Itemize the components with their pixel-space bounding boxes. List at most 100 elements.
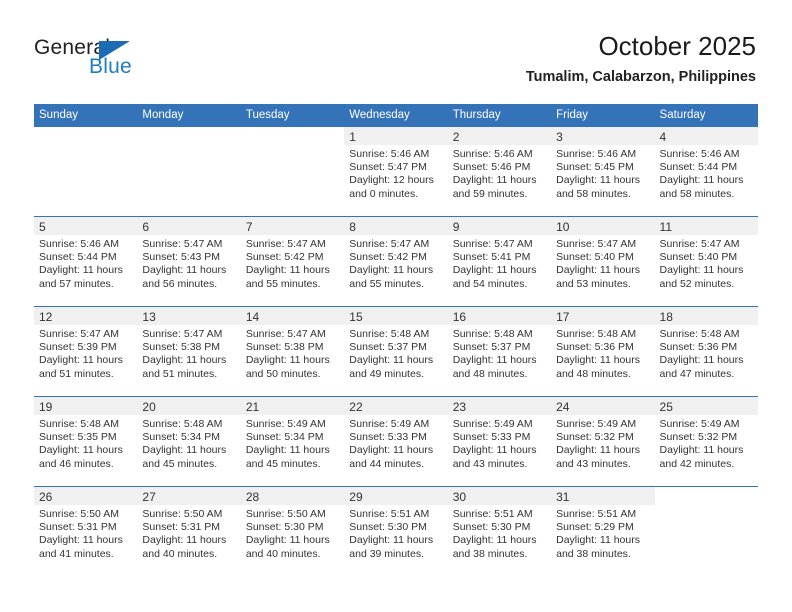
day-number: 22 [349,400,363,414]
day-number-bar: 8 [344,217,448,235]
day-number-bar: 23 [447,397,552,415]
day-detail-line: Sunset: 5:38 PM [142,341,221,354]
day-detail-line: Sunrise: 5:48 AM [39,418,119,430]
day-details: Sunrise: 5:47 AM Sunset: 5:41 PM Daylight:… [448,235,551,291]
day-detail-line: and 58 minutes. [659,187,735,200]
day-number-bar: 14 [240,307,345,325]
day-detail-line: and 44 minutes. [349,457,424,470]
day-detail-line: Sunrise: 5:51 AM [452,508,533,520]
day-number-bar: 30 [447,487,552,505]
calendar-day-cell[interactable]: 26 Sunrise: 5:50 AM Sunset: 5:31 PM Dayligh… [34,487,138,576]
calendar-day-cell[interactable]: 11 Sunrise: 5:47 AM Sunset: 5:40 PM Dayligh… [654,217,758,306]
calendar-week-row: 12 Sunrise: 5:47 AM Sunset: 5:39 PM Dayligh… [34,307,758,397]
day-details: Sunrise: 5:49 AM Sunset: 5:33 PM Daylight:… [448,415,551,471]
day-detail-line: Sunrise: 5:47 AM [349,238,430,250]
calendar-day-cell[interactable]: 5 Sunrise: 5:46 AM Sunset: 5:44 PM Daylight… [34,217,138,306]
weekday-header-thursday: Thursday [452,109,501,121]
calendar-day-cell[interactable]: 17 Sunrise: 5:48 AM Sunset: 5:36 PM Dayligh… [551,307,655,396]
day-number-bar: 20 [137,397,241,415]
day-details: Sunrise: 5:49 AM Sunset: 5:32 PM Daylight:… [551,415,654,471]
day-detail-line: Daylight: 11 hours [39,534,123,547]
day-detail-line: Sunrise: 5:50 AM [142,508,223,520]
calendar-day-cell[interactable]: 2 Sunrise: 5:46 AM Sunset: 5:46 PM Daylight… [447,127,552,216]
calendar-day-cell[interactable]: 29 Sunrise: 5:51 AM Sunset: 5:30 PM Dayligh… [344,487,448,576]
calendar-day-cell[interactable]: 24 Sunrise: 5:49 AM Sunset: 5:32 PM Dayligh… [551,397,655,486]
day-details: Sunrise: 5:47 AM Sunset: 5:42 PM Daylight:… [344,235,447,291]
day-detail-line: Sunrise: 5:51 AM [349,508,430,520]
day-detail-line: Daylight: 11 hours [349,264,434,277]
day-details: Sunrise: 5:49 AM Sunset: 5:34 PM Daylight:… [241,415,344,471]
calendar-day-cell[interactable]: 21 Sunrise: 5:49 AM Sunset: 5:34 PM Dayligh… [240,397,345,486]
page-title: October 2025 [598,31,756,61]
day-detail-line: Sunset: 5:44 PM [39,251,117,264]
day-detail-line: Sunset: 5:35 PM [39,431,117,444]
day-detail-line: and 54 minutes. [452,277,528,290]
day-number: 30 [452,490,467,504]
day-detail-line: Sunset: 5:37 PM [452,341,531,354]
day-detail-line: Daylight: 12 hours [349,174,434,187]
day-detail-line: Daylight: 11 hours [659,444,744,457]
day-number: 17 [556,310,570,324]
calendar-day-cell[interactable]: 30 Sunrise: 5:51 AM Sunset: 5:30 PM Dayligh… [447,487,552,576]
calendar-day-cell[interactable]: 7 Sunrise: 5:47 AM Sunset: 5:42 PM Daylight… [240,217,345,306]
calendar-day-cell[interactable]: 19 Sunrise: 5:48 AM Sunset: 5:35 PM Dayligh… [34,397,138,486]
calendar-day-cell[interactable]: 1 Sunrise: 5:46 AM Sunset: 5:47 PM Daylight… [344,127,448,216]
day-number: 29 [349,490,363,504]
calendar-day-cell[interactable]: 31 Sunrise: 5:51 AM Sunset: 5:29 PM Dayligh… [551,487,655,576]
weekday-header-wednesday: Wednesday [349,109,410,121]
day-detail-line: Daylight: 11 hours [349,354,434,367]
day-detail-line: Sunset: 5:33 PM [452,431,531,444]
day-number: 23 [452,400,467,414]
day-detail-line: Daylight: 11 hours [349,444,434,457]
day-number: 16 [452,310,467,324]
calendar-day-cell[interactable]: 23 Sunrise: 5:49 AM Sunset: 5:33 PM Dayligh… [447,397,552,486]
day-number: 2 [452,130,460,144]
day-number: 18 [659,310,673,324]
calendar-day-cell[interactable]: 22 Sunrise: 5:49 AM Sunset: 5:33 PM Dayligh… [344,397,448,486]
calendar-day-cell[interactable]: 13 Sunrise: 5:47 AM Sunset: 5:38 PM Dayligh… [137,307,241,396]
day-detail-line: Sunrise: 5:48 AM [452,328,533,340]
day-details: Sunrise: 5:46 AM Sunset: 5:47 PM Daylight:… [344,145,447,201]
day-number: 9 [452,220,460,234]
day-detail-line: Sunrise: 5:50 AM [245,508,326,520]
calendar-day-cell[interactable]: 10 Sunrise: 5:47 AM Sunset: 5:40 PM Dayligh… [551,217,655,306]
calendar-day-cell[interactable]: 20 Sunrise: 5:48 AM Sunset: 5:34 PM Dayligh… [137,397,241,486]
day-detail-line: Daylight: 11 hours [556,174,640,187]
day-detail-line: Daylight: 11 hours [556,354,640,367]
day-detail-line: Sunset: 5:46 PM [452,161,531,174]
calendar-day-cell[interactable]: 28 Sunrise: 5:50 AM Sunset: 5:30 PM Dayligh… [240,487,345,576]
day-detail-line: and 56 minutes. [142,277,218,290]
day-detail-line: and 38 minutes. [556,547,631,560]
calendar-day-cell[interactable]: 12 Sunrise: 5:47 AM Sunset: 5:39 PM Dayligh… [34,307,138,396]
calendar-day-cell[interactable]: 9 Sunrise: 5:47 AM Sunset: 5:41 PM Daylight… [447,217,552,306]
day-detail-line: Sunrise: 5:51 AM [556,508,637,520]
day-details: Sunrise: 5:51 AM Sunset: 5:30 PM Daylight:… [448,505,551,561]
day-detail-line: Sunrise: 5:46 AM [349,148,430,160]
day-detail-line: Daylight: 11 hours [556,444,640,457]
day-detail-line: Daylight: 11 hours [39,264,123,277]
calendar-day-cell[interactable]: 3 Sunrise: 5:46 AM Sunset: 5:45 PM Daylight… [551,127,655,216]
calendar-day-cell[interactable]: 14 Sunrise: 5:47 AM Sunset: 5:38 PM Dayligh… [240,307,345,396]
calendar-day-cell[interactable]: 8 Sunrise: 5:47 AM Sunset: 5:42 PM Daylight… [344,217,448,306]
day-number-bar: 27 [137,487,241,505]
day-detail-line: Daylight: 11 hours [659,264,744,277]
calendar-day-cell[interactable]: 6 Sunrise: 5:47 AM Sunset: 5:43 PM Daylight… [137,217,241,306]
day-detail-line: Daylight: 11 hours [659,174,744,187]
calendar-day-cell[interactable]: 15 Sunrise: 5:48 AM Sunset: 5:37 PM Dayligh… [344,307,448,396]
day-detail-line: and 47 minutes. [659,367,735,380]
day-detail-line: Sunset: 5:34 PM [142,431,221,444]
day-number-bar: 18 [654,307,758,325]
calendar-empty-cell [137,127,240,216]
calendar-day-cell[interactable]: 16 Sunrise: 5:48 AM Sunset: 5:37 PM Dayligh… [447,307,552,396]
day-detail-line: Daylight: 11 hours [142,444,227,457]
calendar-day-cell[interactable]: 18 Sunrise: 5:48 AM Sunset: 5:36 PM Dayligh… [654,307,758,396]
day-detail-line: Sunset: 5:36 PM [659,341,738,354]
day-details: Sunrise: 5:47 AM Sunset: 5:38 PM Daylight:… [241,325,344,381]
day-number-bar [241,127,344,145]
calendar-week-row: 19 Sunrise: 5:48 AM Sunset: 5:35 PM Dayligh… [34,397,758,487]
calendar-day-cell[interactable]: 27 Sunrise: 5:50 AM Sunset: 5:31 PM Dayligh… [137,487,241,576]
calendar-day-cell[interactable]: 25 Sunrise: 5:49 AM Sunset: 5:32 PM Dayligh… [654,397,758,486]
day-number: 15 [349,310,363,324]
calendar-day-cell[interactable]: 4 Sunrise: 5:46 AM Sunset: 5:44 PM Daylight… [654,127,758,216]
day-detail-line: and 59 minutes. [452,187,528,200]
